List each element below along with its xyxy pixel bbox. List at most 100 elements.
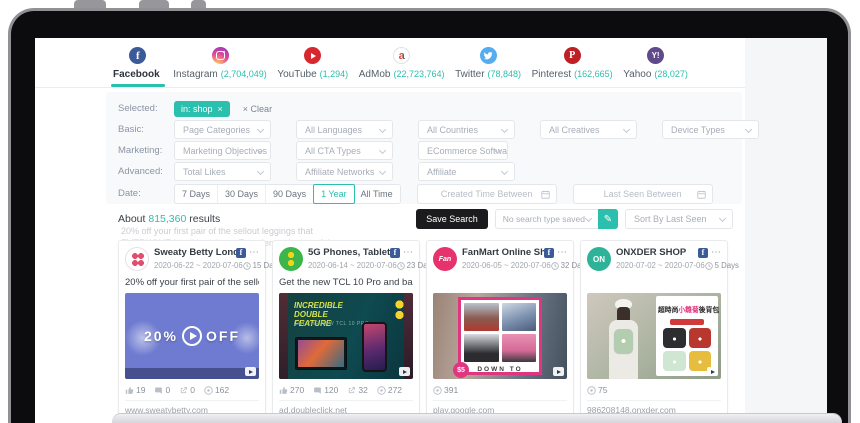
countries-select[interactable]: All Countries bbox=[418, 120, 515, 139]
ad-domain: play.google.com bbox=[433, 400, 567, 415]
ad-stats: 19 0 0 162 bbox=[125, 384, 259, 396]
yahoo-icon: Y! bbox=[647, 47, 664, 64]
comment-icon bbox=[154, 386, 163, 395]
more-menu-icon[interactable]: ⋯ bbox=[711, 250, 721, 256]
facebook-icon: f bbox=[129, 47, 146, 64]
ad-text bbox=[433, 277, 567, 290]
ad-creative-image[interactable]: 超時尚小雛菊後背包 bbox=[587, 293, 721, 379]
created-time-input[interactable]: Created Time Between bbox=[417, 184, 557, 204]
popularity-count: 75 bbox=[598, 385, 607, 395]
creatives-select[interactable]: All Creatives bbox=[540, 120, 637, 139]
save-search-button[interactable]: Save Search bbox=[416, 209, 488, 229]
video-tag-icon bbox=[399, 367, 410, 376]
like-icon bbox=[125, 386, 134, 395]
tab-label: Yahoo bbox=[623, 69, 651, 80]
date-30-days[interactable]: 30 Days bbox=[218, 185, 266, 203]
tab-count: (162,665) bbox=[574, 69, 613, 79]
more-menu-icon[interactable]: ⋯ bbox=[403, 250, 413, 256]
clock-icon bbox=[551, 262, 559, 270]
ad-creative-image[interactable]: INCREDIBLE DOUBLEFEATURE GET THE NEW TCL… bbox=[279, 293, 413, 379]
advertiser-name[interactable]: FanMart Online Shopping - F... bbox=[462, 247, 544, 258]
calendar-icon bbox=[697, 190, 706, 199]
facebook-badge-icon: f bbox=[544, 248, 554, 258]
like-count: 270 bbox=[290, 385, 304, 395]
saved-search-select[interactable]: No search type saved ✎ bbox=[495, 209, 618, 229]
ad-domain: www.sweatybetty.com bbox=[125, 400, 259, 415]
filter-panel: Selected: in: shop× × Clear Basic: Page … bbox=[106, 92, 742, 204]
ecommerce-softwares-select[interactable]: ECommerce Softwares bbox=[418, 141, 508, 160]
play-icon[interactable] bbox=[182, 326, 202, 346]
more-menu-icon[interactable]: ⋯ bbox=[557, 250, 567, 256]
video-tag-icon bbox=[707, 367, 718, 376]
tab-count: (1,294) bbox=[320, 69, 349, 79]
tab-twitter[interactable]: Twitter(78,848) bbox=[455, 38, 521, 87]
video-tag-icon bbox=[553, 367, 564, 376]
tab-admob[interactable]: a AdMob(22,723,764) bbox=[359, 38, 445, 87]
total-likes-select[interactable]: Total Likes bbox=[174, 162, 271, 181]
share-count: 0 bbox=[190, 385, 195, 395]
tab-instagram[interactable]: Instagram(2,704,049) bbox=[173, 38, 267, 87]
popularity-count: 162 bbox=[215, 385, 229, 395]
affiliate-select[interactable]: Affiliate bbox=[418, 162, 515, 181]
pencil-icon: ✎ bbox=[604, 214, 612, 225]
selected-label: Selected: bbox=[118, 103, 174, 114]
tab-label: AdMob bbox=[359, 69, 391, 80]
ad-date-range: 2020-06-14 ~ 2020-07-06 bbox=[308, 261, 397, 270]
tab-yahoo[interactable]: Y! Yahoo(28,027) bbox=[623, 38, 688, 87]
like-icon bbox=[279, 386, 288, 395]
admob-icon: a bbox=[393, 47, 410, 64]
ad-stats: 391 bbox=[433, 384, 567, 396]
date-label: Date: bbox=[118, 188, 174, 199]
marketing-objectives-select[interactable]: Marketing Objectives bbox=[174, 141, 271, 160]
more-menu-icon[interactable]: ⋯ bbox=[249, 250, 259, 256]
date-range-segmented: 7 Days 30 Days 90 Days 1 Year All Time bbox=[174, 184, 401, 204]
video-tag-icon bbox=[245, 367, 256, 376]
chevron-down-icon bbox=[379, 168, 386, 175]
instagram-icon bbox=[212, 47, 229, 64]
comment-icon bbox=[313, 386, 322, 395]
advertiser-name[interactable]: Sweaty Betty London | Wom... bbox=[154, 247, 236, 258]
product-panel: 超時尚小雛菊後背包 bbox=[656, 296, 718, 376]
page-gutter bbox=[745, 38, 827, 423]
youtube-icon bbox=[304, 47, 321, 64]
creative-subcaption: GET THE NEW TCL 10 PRO bbox=[294, 321, 369, 327]
ad-creative-video[interactable]: 20% OFF bbox=[125, 293, 259, 379]
last-seen-input[interactable]: Last Seen Between bbox=[573, 184, 713, 204]
tab-count: (78,848) bbox=[488, 69, 522, 79]
ad-date-range: 2020-07-02 ~ 2020-07-06 bbox=[616, 261, 705, 270]
popularity-icon bbox=[204, 386, 213, 395]
tab-youtube[interactable]: YouTube(1,294) bbox=[277, 38, 348, 87]
tab-facebook[interactable]: f Facebook bbox=[113, 38, 163, 87]
chevron-down-icon bbox=[623, 126, 630, 133]
chevron-down-icon bbox=[501, 126, 508, 133]
marketing-label: Marketing: bbox=[118, 145, 174, 156]
tab-pinterest[interactable]: P Pinterest(162,665) bbox=[532, 38, 613, 87]
edit-saved-search-button[interactable]: ✎ bbox=[598, 209, 618, 229]
languages-select[interactable]: All Languages bbox=[296, 120, 393, 139]
share-count: 32 bbox=[358, 385, 367, 395]
selected-chip[interactable]: in: shop× bbox=[174, 101, 230, 117]
chevron-down-icon bbox=[501, 168, 508, 175]
ad-creative-image[interactable]: $5 DOWN TO bbox=[433, 293, 567, 379]
advertiser-name[interactable]: ONXDER SHOP bbox=[616, 247, 686, 258]
date-all-time[interactable]: All Time bbox=[354, 185, 400, 203]
date-7-days[interactable]: 7 Days bbox=[175, 185, 218, 203]
date-1-year[interactable]: 1 Year bbox=[313, 184, 355, 204]
phone-graphic bbox=[362, 322, 387, 372]
ad-card: ON ONXDER SHOP f ⋯ 2020-07-02 ~ 2020-07-… bbox=[580, 240, 728, 423]
cta-types-select[interactable]: All CTA Types bbox=[296, 141, 393, 160]
clock-icon bbox=[705, 262, 713, 270]
sort-select[interactable]: Sort By Last Seen bbox=[625, 209, 733, 229]
affiliate-networks-select[interactable]: Affiliate Networks bbox=[296, 162, 393, 181]
share-icon bbox=[347, 386, 356, 395]
chip-remove-icon[interactable]: × bbox=[218, 104, 223, 114]
tab-label: Instagram bbox=[173, 69, 217, 80]
page-categories-select[interactable]: Page Categories bbox=[174, 120, 271, 139]
clear-filters-button[interactable]: × Clear bbox=[243, 104, 272, 114]
creative-caption: DOWN TO bbox=[461, 366, 539, 373]
device-types-select[interactable]: Device Types bbox=[662, 120, 759, 139]
creative-caption: 超時尚小雛菊後背包 bbox=[658, 307, 719, 314]
advertiser-name[interactable]: 5G Phones, Tablets & SIMs | ... bbox=[308, 247, 390, 258]
date-90-days[interactable]: 90 Days bbox=[266, 185, 314, 203]
creative-caption: 20% bbox=[144, 328, 178, 344]
